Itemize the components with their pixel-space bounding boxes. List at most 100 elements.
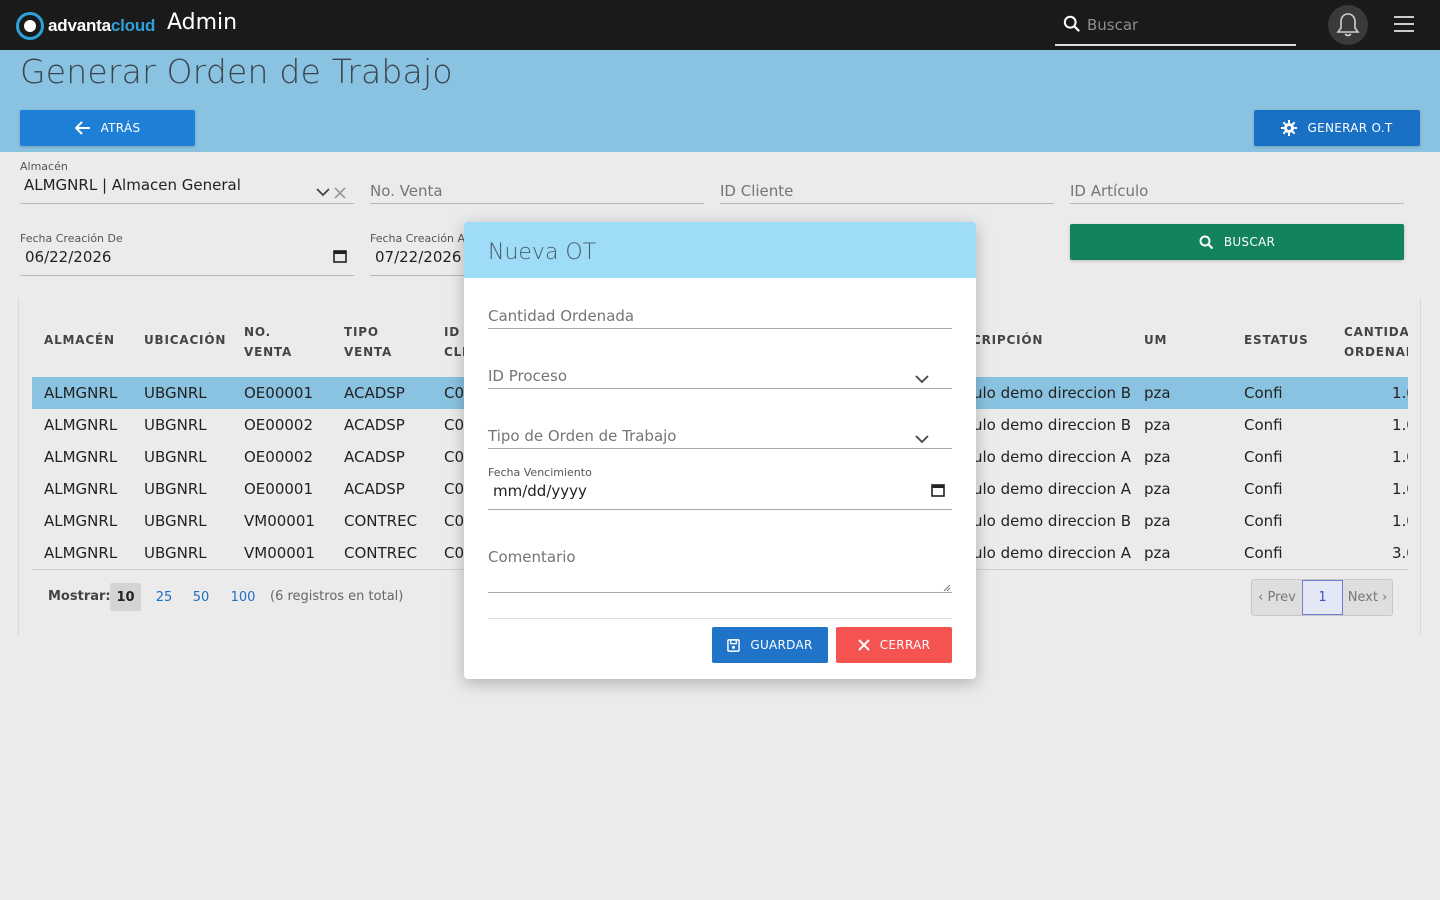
cell-estatus: Confi: [1244, 512, 1283, 530]
chevron-down-icon: [316, 188, 330, 197]
cantidad-ordenada-input[interactable]: Cantidad Ordenada: [488, 302, 952, 329]
hamburger-menu-icon[interactable]: [1394, 16, 1414, 34]
fecha-vencimiento-label: Fecha Vencimiento: [488, 466, 592, 479]
calendar-icon[interactable]: [333, 249, 347, 263]
col-no-venta-line1: NO.: [244, 325, 271, 339]
pagination: ‹ Prev 1 Next ›: [1251, 579, 1393, 616]
bell-icon: [1336, 13, 1360, 37]
search-button-label: BUSCAR: [1223, 235, 1276, 249]
col-tipo-venta-line2: VENTA: [344, 345, 393, 359]
cell-um: pza: [1144, 480, 1171, 498]
prev-page-button[interactable]: ‹ Prev: [1252, 580, 1302, 615]
cell-um: pza: [1144, 416, 1171, 434]
cell-almacen: ALMGNRL: [44, 448, 118, 466]
close-button-label: CERRAR: [879, 638, 931, 652]
cell-tipo-venta: CONTREC: [344, 544, 418, 562]
cell-almacen: ALMGNRL: [44, 544, 118, 562]
col-almacen[interactable]: ALMACÉN: [44, 330, 115, 350]
tipo-placeholder: Tipo de Orden de Trabajo: [488, 427, 677, 445]
almacen-select[interactable]: ALMGNRL | Almacen General: [20, 174, 354, 204]
no-venta-placeholder: No. Venta: [370, 182, 443, 200]
cell-almacen: ALMGNRL: [44, 416, 118, 434]
comentario-textarea[interactable]: Comentario: [488, 542, 952, 593]
col-tipo-venta-line1: TIPO: [344, 325, 379, 339]
dialog-title: Nueva OT: [488, 240, 597, 265]
no-venta-input[interactable]: No. Venta: [370, 174, 704, 204]
page-size-25[interactable]: 25: [151, 583, 177, 611]
cell-tipo-venta: ACADSP: [344, 416, 405, 434]
records-total: (6 registros en total): [270, 589, 404, 604]
fecha-de-value: 06/22/2026: [25, 248, 112, 266]
cell-cantidad: 1.0: [1392, 416, 1408, 434]
col-ubicacion[interactable]: UBICACIÓN: [144, 330, 226, 350]
generate-ot-label: GENERAR O.T: [1307, 121, 1393, 135]
fecha-de-label: Fecha Creación De: [20, 232, 123, 245]
search-icon: [1199, 235, 1214, 249]
cell-ubicacion: UBGNRL: [144, 416, 207, 434]
resize-handle-icon[interactable]: [943, 584, 951, 592]
col-descripcion[interactable]: CRIPCIÓN: [972, 330, 1043, 350]
id-cliente-input[interactable]: ID Cliente: [720, 174, 1054, 204]
search-button[interactable]: BUSCAR: [1070, 224, 1404, 260]
save-button-label: GUARDAR: [750, 638, 813, 652]
logo-icon: [16, 12, 44, 40]
page-1-button[interactable]: 1: [1302, 580, 1343, 615]
cell-um: pza: [1144, 448, 1171, 466]
cell-tipo-venta: CONTREC: [344, 512, 418, 530]
dialog-header: Nueva OT: [464, 222, 976, 278]
cantidad-placeholder: Cantidad Ordenada: [488, 307, 635, 325]
cell-tipo-venta: ACADSP: [344, 448, 405, 466]
floppy-disk-icon: [727, 638, 741, 652]
col-cantidad-line1: CANTIDAI: [1344, 325, 1408, 339]
col-cantidad[interactable]: CANTIDAI ORDENAD: [1344, 322, 1408, 362]
page-size-50[interactable]: 50: [188, 583, 214, 611]
page-size-10[interactable]: 10: [110, 583, 141, 611]
tipo-orden-select[interactable]: Tipo de Orden de Trabajo: [488, 422, 952, 449]
cell-ubicacion: UBGNRL: [144, 544, 207, 562]
cell-almacen: ALMGNRL: [44, 512, 118, 530]
cell-almacen: ALMGNRL: [44, 384, 118, 402]
cell-estatus: Confi: [1244, 416, 1283, 434]
cell-descripcion: ulo demo direccion B: [973, 384, 1132, 402]
id-proceso-select[interactable]: ID Proceso: [488, 362, 952, 389]
col-no-venta[interactable]: NO. VENTA: [244, 322, 292, 362]
cell-descripcion: ulo demo direccion A: [973, 480, 1132, 498]
close-button[interactable]: CERRAR: [836, 627, 952, 663]
fecha-a-value: 07/22/2026: [375, 248, 462, 266]
brand-logo[interactable]: advanta cloud: [16, 12, 155, 40]
cell-um: pza: [1144, 384, 1171, 402]
page-size-label: Mostrar:: [48, 589, 111, 604]
calendar-icon[interactable]: [931, 483, 945, 497]
save-button[interactable]: GUARDAR: [712, 627, 828, 663]
cell-no-venta: VM00001: [244, 512, 315, 530]
back-button-label: ATRÁS: [100, 121, 141, 135]
fecha-a-label: Fecha Creación A: [370, 232, 466, 245]
gear-icon: [1281, 120, 1298, 136]
id-articulo-input[interactable]: ID Artículo: [1070, 174, 1404, 204]
col-um[interactable]: UM: [1144, 330, 1167, 350]
col-tipo-venta[interactable]: TIPO VENTA: [344, 322, 392, 362]
cell-descripcion: ulo demo direccion A: [973, 544, 1132, 562]
cell-ubicacion: UBGNRL: [144, 480, 207, 498]
back-button[interactable]: ATRÁS: [20, 110, 195, 146]
fecha-creacion-a-input[interactable]: 07/22/2026: [370, 246, 464, 276]
next-page-button[interactable]: Next ›: [1343, 580, 1392, 615]
clear-icon[interactable]: [334, 187, 346, 199]
page-size-100[interactable]: 100: [227, 583, 259, 611]
cell-descripcion: ulo demo direccion A: [973, 448, 1132, 466]
generate-ot-button[interactable]: GENERAR O.T: [1254, 110, 1420, 146]
dialog-divider: [488, 618, 952, 619]
app-name: Admin: [167, 10, 238, 35]
cell-ubicacion: UBGNRL: [144, 448, 207, 466]
cell-cantidad: 1.0: [1392, 384, 1408, 402]
col-estatus[interactable]: ESTATUS: [1244, 330, 1309, 350]
chevron-down-icon: [915, 375, 929, 384]
notifications-button[interactable]: [1328, 5, 1368, 45]
search-input[interactable]: [1087, 12, 1287, 38]
cell-estatus: Confi: [1244, 384, 1283, 402]
cell-no-venta: VM00001: [244, 544, 315, 562]
logo-text-advanta: advanta: [48, 16, 111, 35]
fecha-creacion-de-input[interactable]: 06/22/2026: [20, 246, 354, 276]
col-cantidad-line2: ORDENAD: [1344, 345, 1408, 359]
fecha-vencimiento-input[interactable]: mm/dd/yyyy: [488, 480, 952, 510]
